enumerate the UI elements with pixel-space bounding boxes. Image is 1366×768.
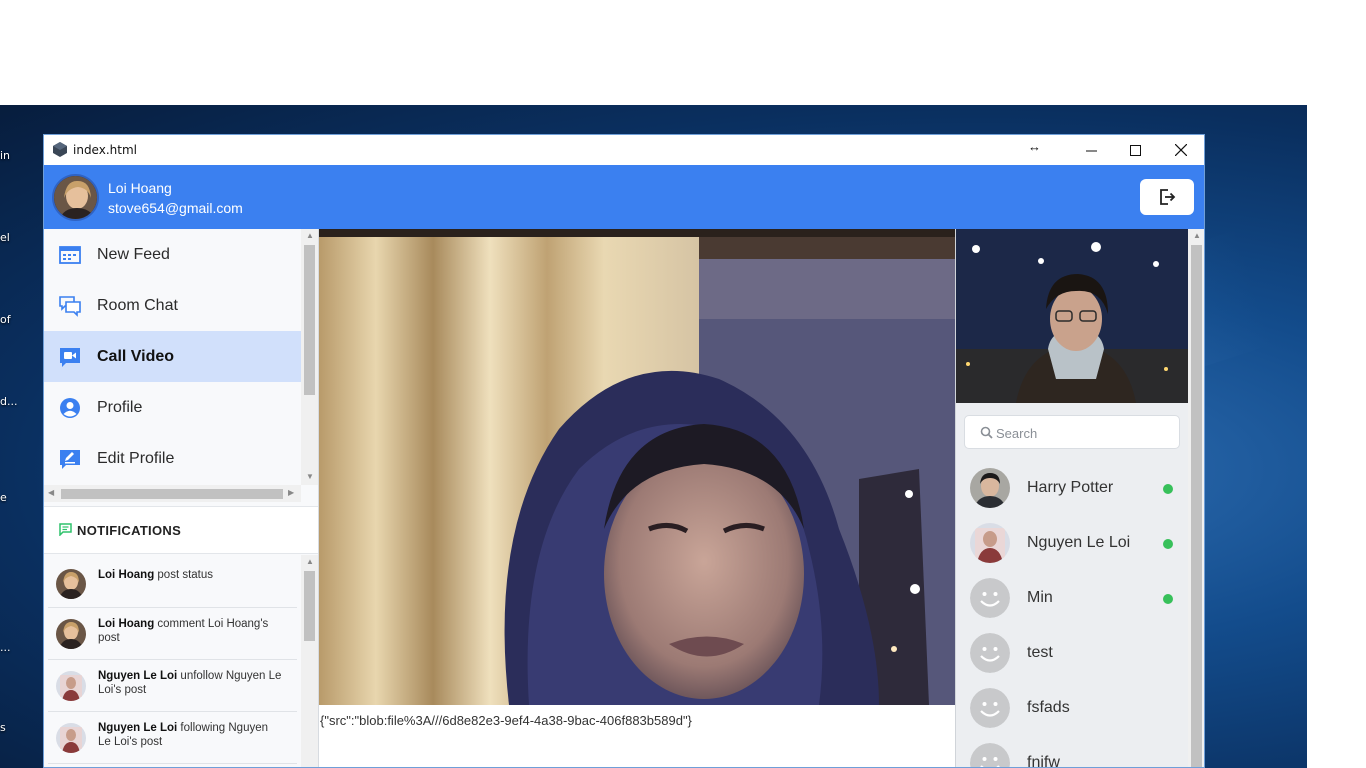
contact-item[interactable]: test [956, 626, 1188, 681]
nav-label: Call Video [97, 347, 175, 365]
nav-list: New Feed Room Chat Call Video Profile Ed… [44, 229, 301, 485]
remote-video[interactable] [319, 229, 955, 705]
profile-icon [60, 397, 80, 418]
notification-item[interactable]: Loi Hoang comment Loi Hoang's post [48, 608, 297, 660]
window-title: index.html [73, 143, 137, 157]
nav-item-profile[interactable]: Profile [44, 382, 301, 433]
search-icon [980, 426, 993, 439]
online-status-dot [1163, 484, 1173, 494]
user-email: stove654@gmail.com [108, 200, 243, 216]
online-status-dot [1163, 539, 1173, 549]
contact-name: Nguyen Le Loi [1027, 534, 1131, 551]
sidebar: New Feed Room Chat Call Video Profile Ed… [44, 229, 319, 767]
notifications-header: NOTIFICATIONS [44, 506, 318, 554]
notifications-scrollbar[interactable]: ▲ [301, 555, 318, 767]
window-titlebar[interactable]: index.html ↔ [44, 135, 1204, 165]
desktop-icon-label[interactable]: s [0, 721, 6, 734]
avatar [56, 619, 86, 649]
notification-item[interactable]: Nguyen Le Loi unfollow Nguyen Le Loi's p… [48, 660, 297, 712]
avatar [56, 671, 86, 701]
contacts-panel: Harry Potter Nguyen Le Loi Min [955, 229, 1204, 768]
desktop-icon-label[interactable]: ... [0, 641, 11, 654]
screen: in el of d... e ... s index.html ↔ Loi H… [0, 0, 1366, 768]
maximize-icon [1129, 144, 1141, 156]
notification-text: Loi Hoang comment Loi Hoang's post [98, 617, 283, 645]
edit-profile-icon [60, 449, 80, 469]
default-avatar-icon [970, 743, 1010, 767]
local-video[interactable] [956, 229, 1188, 403]
notification-actor: Nguyen Le Loi [98, 722, 178, 734]
notification-text: Loi Hoang post status [98, 568, 283, 582]
app-window: index.html ↔ Loi Hoang stove654@gmail.co… [43, 134, 1205, 768]
default-avatar-icon [970, 633, 1010, 673]
avatar [56, 723, 86, 753]
minimize-icon [1085, 150, 1097, 151]
nav-item-room-chat[interactable]: Room Chat [44, 280, 301, 331]
maximize-button[interactable] [1112, 135, 1158, 165]
nav-label: Edit Profile [97, 449, 175, 467]
user-name: Loi Hoang [108, 180, 172, 196]
user-avatar[interactable] [52, 174, 99, 221]
nav-item-call-video[interactable]: Call Video [44, 331, 301, 382]
default-avatar-icon [970, 578, 1010, 618]
nav-vertical-scrollbar[interactable]: ▲ ▼ [301, 229, 318, 485]
contact-item[interactable]: fsfads [956, 681, 1188, 736]
chat-icon [59, 295, 81, 317]
close-icon [1175, 144, 1187, 156]
resize-cursor-icon: ↔ [1028, 139, 1041, 154]
close-button[interactable] [1158, 135, 1204, 165]
notification-text: Nguyen Le Loi following Nguyen Le Loi's … [98, 721, 283, 749]
notifications-list: Loi Hoang post status Loi Hoang comment … [44, 555, 301, 767]
nav-item-new-feed[interactable]: New Feed [44, 229, 301, 280]
nav-label: Profile [97, 398, 143, 416]
avatar [970, 468, 1010, 508]
nav-label: Room Chat [97, 296, 178, 314]
notification-message: post status [154, 569, 214, 581]
notifications-title: NOTIFICATIONS [77, 523, 182, 538]
notification-item[interactable]: Nguyen Le Loi following Nguyen Le Loi's … [48, 712, 297, 764]
contact-item[interactable]: Min [956, 571, 1188, 626]
desktop-icon-label[interactable]: in [0, 149, 10, 162]
avatar [56, 569, 86, 599]
notification-actor: Loi Hoang [98, 569, 155, 581]
contact-search[interactable] [964, 415, 1180, 449]
contact-item[interactable]: fnjfw [956, 736, 1188, 768]
notification-comment-icon [59, 523, 72, 536]
nav-item-edit-profile[interactable]: Edit Profile [44, 433, 301, 484]
contact-name: Min [1027, 589, 1053, 606]
contact-name: Harry Potter [1027, 479, 1114, 496]
nav-label: New Feed [97, 245, 170, 263]
notification-actor: Nguyen Le Loi [98, 670, 178, 682]
video-call-area: {"src":"blob:file%3A///6d8e82e3-9ef4-4a3… [319, 229, 955, 767]
video-call-icon [60, 347, 80, 367]
desktop-icon-label[interactable]: e [0, 491, 7, 504]
default-avatar-icon [970, 688, 1010, 728]
app-hexagon-icon [53, 142, 67, 157]
contact-item[interactable]: Nguyen Le Loi [956, 516, 1188, 571]
contact-item[interactable]: Harry Potter [956, 461, 1188, 516]
avatar [970, 523, 1010, 563]
contacts-scrollbar[interactable]: ▲ [1188, 229, 1204, 767]
notification-text: Nguyen Le Loi unfollow Nguyen Le Loi's p… [98, 669, 283, 697]
desktop-icon-label[interactable]: of [0, 313, 11, 326]
search-input[interactable] [996, 423, 1171, 443]
video-source-text: {"src":"blob:file%3A///6d8e82e3-9ef4-4a3… [320, 713, 692, 728]
contact-name: test [1027, 644, 1053, 661]
desktop-icon-label[interactable]: d... [0, 395, 17, 408]
newsfeed-icon [59, 245, 81, 264]
logout-button[interactable] [1140, 179, 1194, 215]
logout-icon [1160, 189, 1176, 205]
notification-item[interactable]: Loi Hoang post status [48, 555, 297, 608]
notification-actor: Loi Hoang [98, 618, 155, 630]
contact-name: fsfads [1027, 699, 1070, 716]
app-header: Loi Hoang stove654@gmail.com [44, 165, 1204, 229]
contact-name: fnjfw [1027, 754, 1060, 768]
nav-horizontal-scrollbar[interactable]: ◀ ▶ [44, 485, 301, 502]
desktop-icon-label[interactable]: el [0, 231, 10, 244]
online-status-dot [1163, 594, 1173, 604]
minimize-button[interactable] [1068, 135, 1114, 165]
